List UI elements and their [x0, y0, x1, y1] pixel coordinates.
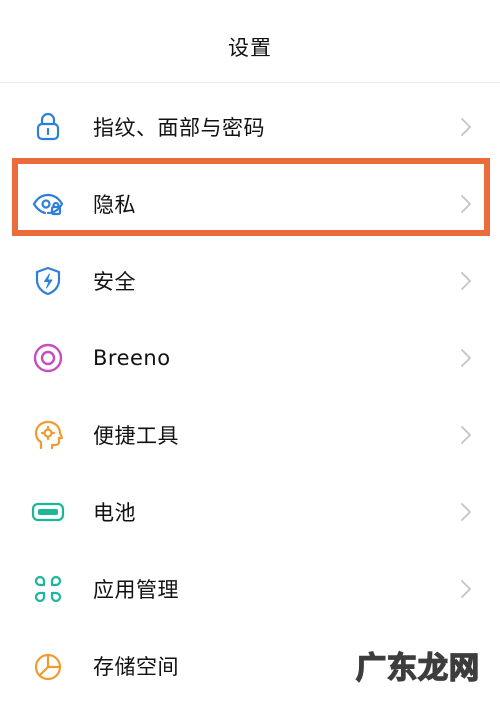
chevron-right-icon [459, 270, 473, 292]
settings-item-battery[interactable]: 电池 [0, 474, 500, 550]
chevron-right-icon [459, 347, 473, 369]
settings-item-app-management[interactable]: 应用管理 [0, 551, 500, 627]
chevron-right-icon [459, 424, 473, 446]
settings-item-breeno[interactable]: Breeno [0, 320, 500, 396]
settings-item-label: 安全 [93, 270, 136, 294]
chevron-right-icon [459, 501, 473, 523]
settings-item-label: 存储空间 [93, 655, 179, 679]
settings-item-fingerprint-face-password[interactable]: 指纹、面部与密码 [0, 89, 500, 165]
settings-item-label: Breeno [93, 346, 171, 370]
lock-icon [31, 110, 65, 144]
chevron-right-icon [459, 116, 473, 138]
watermark-text: 广东龙网 [355, 650, 480, 687]
settings-item-label: 应用管理 [93, 578, 179, 602]
chevron-right-icon [459, 578, 473, 600]
settings-item-privacy[interactable]: 隐私 [0, 166, 500, 242]
settings-item-label: 指纹、面部与密码 [93, 116, 265, 140]
storage-pie-icon [31, 649, 65, 683]
shield-icon [31, 264, 65, 298]
app-header: 设置 [0, 0, 500, 83]
settings-item-label: 便捷工具 [93, 424, 179, 448]
breeno-icon [31, 341, 65, 375]
battery-icon [31, 495, 65, 529]
settings-item-convenience-tools[interactable]: 便捷工具 [0, 397, 500, 473]
settings-item-security[interactable]: 安全 [0, 243, 500, 319]
settings-item-label: 隐私 [93, 193, 136, 217]
app-grid-icon [31, 572, 65, 606]
chevron-right-icon [459, 193, 473, 215]
eye-lock-icon [31, 187, 65, 221]
settings-item-label: 电池 [93, 501, 136, 525]
page-title: 设置 [228, 36, 272, 60]
head-tool-icon [31, 418, 65, 452]
